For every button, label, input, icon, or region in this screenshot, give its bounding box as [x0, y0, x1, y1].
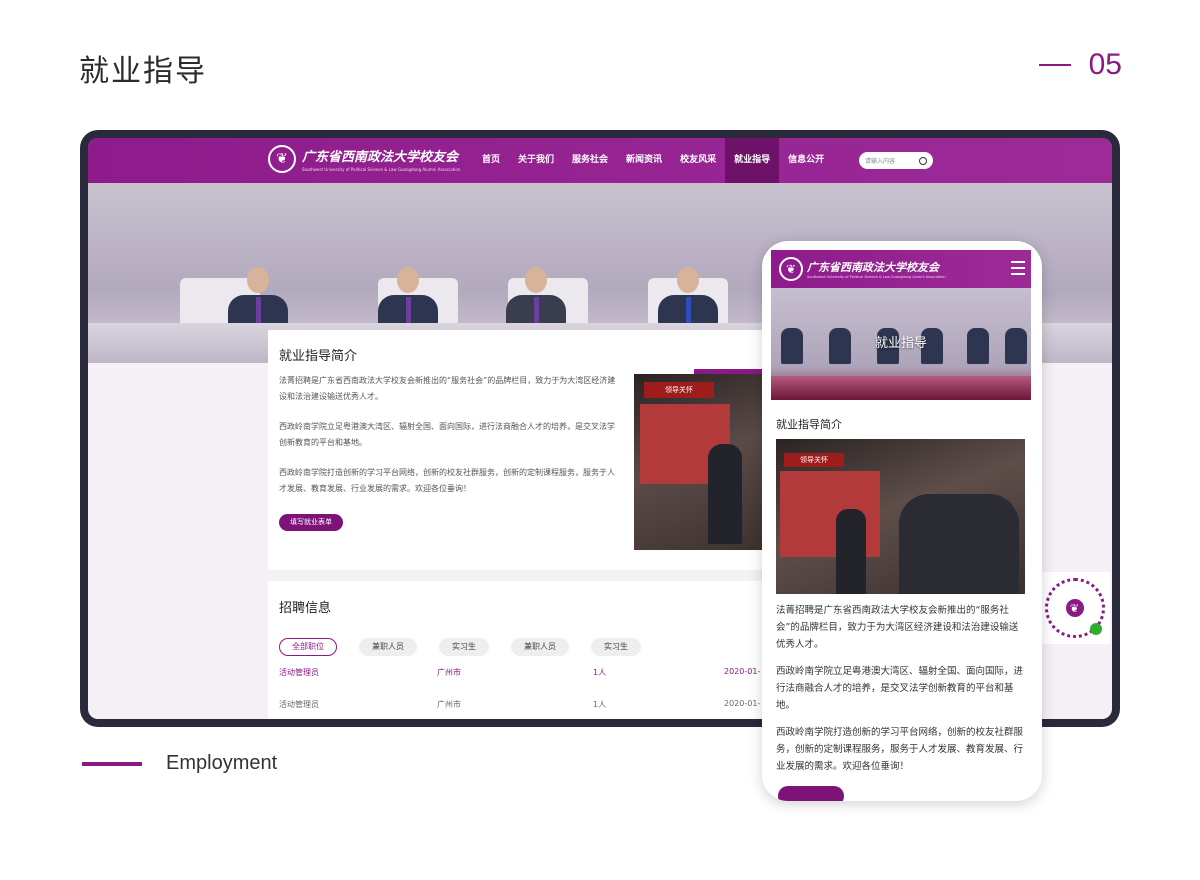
filter-part-time[interactable]: 兼职人员	[359, 638, 417, 656]
jobs-title: 招聘信息	[279, 601, 332, 616]
logo-emblem-icon: ❦	[1063, 597, 1086, 619]
page-number: 05	[1088, 48, 1122, 81]
photo-speaker	[708, 444, 742, 544]
qr-code: ❦	[1039, 572, 1110, 644]
mobile-section-title: 就业指导简介	[776, 418, 842, 431]
mobile-mockup: ❦ 广东省西南政法大学校友会 Southwest University of P…	[762, 241, 1042, 801]
mobile-logo-text: 广东省西南政法大学校友会	[807, 261, 939, 274]
intro-paragraph: 法菁招聘是广东省西南政法大学校友会新推出的“服务社会”的品牌栏目，致力于为大湾区…	[279, 376, 616, 401]
logo-sub: Southwest University of Political Scienc…	[302, 167, 461, 172]
mobile-paragraph: 法菁招聘是广东省西南政法大学校友会新推出的“服务社会”的品牌栏目，致力于为大湾区…	[776, 605, 1019, 650]
nav-item-about[interactable]: 关于我们	[509, 138, 563, 183]
footer-label: Employment	[166, 752, 278, 774]
table-row[interactable]: 活动管理员 广州市 1人 2020-01-	[279, 699, 809, 710]
job-date: 2020-01-	[724, 699, 761, 708]
intro-paragraph: 西政岭南学院打造创新的学习平台网络，创新的校友社群服务，创新的定制课程服务，服务…	[279, 468, 615, 493]
nav-item-service[interactable]: 服务社会	[563, 138, 617, 183]
intro-title: 就业指导简介	[279, 349, 358, 364]
mobile-header: ❦ 广东省西南政法大学校友会 Southwest University of P…	[771, 250, 1031, 288]
panelist-image	[658, 267, 718, 363]
stage-floor	[771, 376, 1031, 400]
job-filters: 全部职位 兼职人员 实习生 兼职人员 实习生	[279, 638, 641, 656]
table-row[interactable]: 活动管理员 广州市 1人 2020-01-	[279, 667, 809, 678]
nav-item-employment[interactable]: 就业指导	[725, 138, 780, 183]
panelist-image	[506, 267, 566, 363]
jobs-card: 招聘信息 全部职位 兼职人员 实习生 兼职人员 实习生 活动管理员 广州市 1人…	[268, 581, 822, 719]
job-city: 广州市	[437, 668, 461, 677]
photo-crowd	[899, 494, 1019, 594]
wechat-leaf-icon	[1089, 623, 1102, 635]
job-position: 活动管理员	[279, 668, 319, 677]
search-input[interactable]: 请输入内容	[859, 152, 933, 169]
filter-intern[interactable]: 实习生	[439, 638, 489, 656]
logo-emblem-icon: ❦	[779, 257, 803, 281]
mobile-paragraph: 西政岭南学院立足粤港澳大湾区、辐射全国、面向国际，进行法商融合人才的培养，是交叉…	[776, 666, 1024, 711]
photo-banner: 领导关怀	[644, 382, 714, 398]
filter-all[interactable]: 全部职位	[279, 638, 337, 656]
mobile-paragraph: 西政岭南学院打造创新的学习平台网络，创新的校友社群服务，创新的定制课程服务，服务…	[776, 727, 1024, 772]
page-dash	[1038, 64, 1071, 66]
panelist-image	[378, 267, 438, 363]
job-position: 活动管理员	[279, 700, 319, 709]
site-logo[interactable]: ❦ 广东省西南政法大学校友会 Southwest University of P…	[268, 145, 460, 173]
logo-text: 广东省西南政法大学校友会	[302, 150, 459, 165]
footer-accent-line	[82, 762, 142, 766]
mobile-form-button[interactable]	[778, 786, 844, 801]
job-count: 1人	[593, 700, 607, 709]
job-city: 广州市	[437, 700, 461, 709]
intro-paragraph: 西政岭南学院立足粤港澳大湾区、辐射全国、面向国际，进行法商融合人才的培养，是交叉…	[279, 422, 615, 447]
nav-item-alumni[interactable]: 校友风采	[671, 138, 725, 183]
top-nav: ❦ 广东省西南政法大学校友会 Southwest University of P…	[88, 138, 1112, 183]
photo-speaker	[836, 509, 866, 594]
filter-intern[interactable]: 实习生	[591, 638, 641, 656]
mobile-hero-title: 就业指导	[874, 336, 927, 351]
mobile-hero: 就业指导	[771, 288, 1031, 400]
search-placeholder: 请输入内容	[865, 158, 896, 165]
nav-item-home[interactable]: 首页	[473, 138, 509, 183]
menu-icon[interactable]	[1011, 261, 1025, 275]
nav-item-news[interactable]: 新闻资讯	[617, 138, 671, 183]
panelist-image	[228, 267, 288, 363]
nav-item-disclosure[interactable]: 信息公开	[779, 138, 833, 183]
page-indicator: 05	[1038, 48, 1122, 82]
fill-form-button[interactable]: 填写就业表单	[279, 514, 343, 531]
nav-menu: 首页 关于我们 服务社会 新闻资讯 校友风采 就业指导 信息公开	[473, 138, 833, 183]
photo-banner: 领导关怀	[784, 453, 844, 467]
logo-emblem-icon: ❦	[268, 145, 296, 173]
qr-code-icon: ❦	[1044, 578, 1105, 638]
job-count: 1人	[593, 668, 607, 677]
job-date: 2020-01-	[724, 667, 761, 676]
mobile-logo-sub: Southwest University of Political Scienc…	[807, 275, 946, 279]
mobile-photo: 领导关怀	[776, 439, 1025, 594]
slide-title: 就业指导	[79, 54, 207, 89]
search-icon[interactable]	[919, 156, 927, 165]
filter-part-time[interactable]: 兼职人员	[511, 638, 569, 656]
intro-card: 就业指导简介 法菁招聘是广东省西南政法大学校友会新推出的“服务社会”的品牌栏目，…	[268, 330, 822, 570]
